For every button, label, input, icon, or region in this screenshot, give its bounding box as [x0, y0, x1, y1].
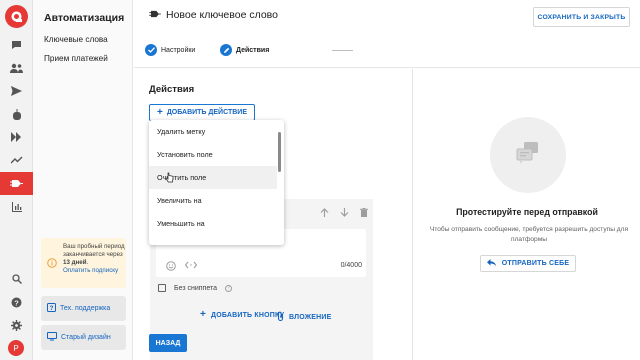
preview-illustration: [490, 117, 566, 193]
automation-icon[interactable]: [0, 172, 33, 195]
sidebar: Автоматизация Ключевые слова Прием плате…: [33, 0, 133, 360]
arrow-up-icon[interactable]: [320, 208, 329, 219]
plus-icon: +: [200, 309, 207, 320]
back-button[interactable]: НАЗАД: [149, 334, 187, 352]
test-panel: Протестируйте перед отправкой Чтобы отпр…: [414, 69, 640, 360]
arrow-down-icon[interactable]: [340, 208, 349, 219]
pointer-cursor-icon: [165, 172, 174, 185]
chat-icon[interactable]: [9, 38, 24, 52]
support-label: Тех. поддержка: [60, 305, 111, 312]
analytics-icon[interactable]: [9, 200, 24, 214]
emoji-icon[interactable]: [166, 261, 176, 273]
reply-icon: [486, 259, 496, 268]
old-design-label: Старый дизайн: [61, 334, 111, 341]
info-icon[interactable]: ?: [225, 284, 233, 292]
trending-icon[interactable]: [9, 153, 24, 167]
step-actions[interactable]: Действия: [220, 44, 269, 56]
page-title-text: Новое ключевое слово: [166, 9, 278, 21]
step-settings[interactable]: Настройки: [145, 44, 195, 56]
editor-toolbar: [320, 208, 368, 219]
page-header: Новое ключевое слово СОХРАНИТЬ И ЗАКРЫТЬ…: [134, 0, 640, 68]
support-icon: ?: [47, 303, 56, 314]
test-panel-description: Чтобы отправить сообщение, требуется раз…: [429, 226, 629, 243]
variables-icon[interactable]: [184, 261, 198, 271]
send-icon[interactable]: [9, 84, 24, 98]
add-action-label: ДОБАВИТЬ ДЕЙСТВИЕ: [166, 109, 248, 116]
attachment-button[interactable]: ВЛОЖЕНИЕ: [277, 311, 332, 323]
add-action-button[interactable]: + ДОБАВИТЬ ДЕЙСТВИЕ: [149, 104, 255, 121]
svg-text:?: ?: [14, 298, 19, 307]
menu-item-set-field[interactable]: Установить поле: [149, 143, 277, 166]
support-button[interactable]: ? Тех. поддержка: [41, 296, 126, 321]
page-title: Новое ключевое слово: [149, 9, 278, 21]
bot-icon[interactable]: [9, 107, 24, 121]
send-to-self-label: ОТПРАВИТЬ СЕБЕ: [501, 260, 570, 267]
step-connector: [332, 50, 353, 51]
old-design-button[interactable]: Старый дизайн: [41, 325, 126, 350]
plus-icon: +: [156, 106, 163, 118]
menu-item-increase[interactable]: Увеличить на: [149, 189, 277, 212]
no-snippet-option[interactable]: Без сниппета ?: [158, 284, 233, 292]
svg-text:?: ?: [50, 305, 54, 312]
search-icon[interactable]: [9, 272, 24, 286]
save-and-close-button[interactable]: СОХРАНИТЬ И ЗАКРЫТЬ: [533, 7, 630, 27]
automation-icon: [149, 9, 161, 21]
check-icon: [145, 44, 157, 56]
sidebar-item-keywords[interactable]: Ключевые слова: [44, 35, 108, 44]
char-counter: 0/4000: [340, 262, 362, 269]
test-panel-title: Протестируйте перед отправкой: [456, 207, 598, 217]
snippet-label: Без сниппета: [174, 284, 218, 292]
add-button-label: ДОБАВИТЬ КНОПКУ: [211, 311, 285, 319]
help-icon[interactable]: ?: [9, 295, 24, 309]
flows-icon[interactable]: [9, 130, 24, 144]
section-title: Действия: [149, 84, 195, 95]
sidebar-title: Автоматизация: [44, 12, 125, 24]
attachment-label: ВЛОЖЕНИЕ: [289, 313, 332, 321]
add-button-button[interactable]: + ДОБАВИТЬ КНОПКУ: [200, 309, 285, 320]
icon-rail: ? P: [0, 0, 33, 360]
step-label: Действия: [236, 46, 270, 54]
snippet-checkbox[interactable]: [158, 284, 166, 292]
info-icon: [47, 258, 57, 270]
step-label: Настройки: [161, 46, 196, 54]
monitor-icon: [47, 332, 57, 343]
message-preview-icon: [515, 142, 541, 168]
dropdown-scrollbar[interactable]: [278, 132, 281, 172]
logo-icon[interactable]: [5, 5, 28, 28]
users-icon[interactable]: [9, 61, 24, 75]
menu-item-decrease[interactable]: Уменьшить на: [149, 212, 277, 235]
paperclip-icon: [277, 311, 284, 323]
delete-icon[interactable]: [360, 208, 368, 219]
avatar[interactable]: P: [8, 340, 24, 356]
sidebar-item-payments[interactable]: Прием платежей: [44, 54, 108, 63]
send-to-self-button[interactable]: ОТПРАВИТЬ СЕБЕ: [480, 255, 576, 272]
trial-text: Ваш пробный период заканчивается через 1…: [63, 243, 125, 275]
menu-item-remove-tag[interactable]: Удалить метку: [149, 120, 277, 143]
pencil-icon: [220, 44, 232, 56]
trial-days: 13 дней: [63, 259, 87, 266]
pay-subscription-link[interactable]: Оплатить подписку: [63, 267, 125, 275]
trial-notice: Ваш пробный период заканчивается через 1…: [41, 238, 126, 288]
trial-message: Ваш пробный период заканчивается через: [63, 243, 125, 258]
settings-icon[interactable]: [9, 318, 24, 332]
